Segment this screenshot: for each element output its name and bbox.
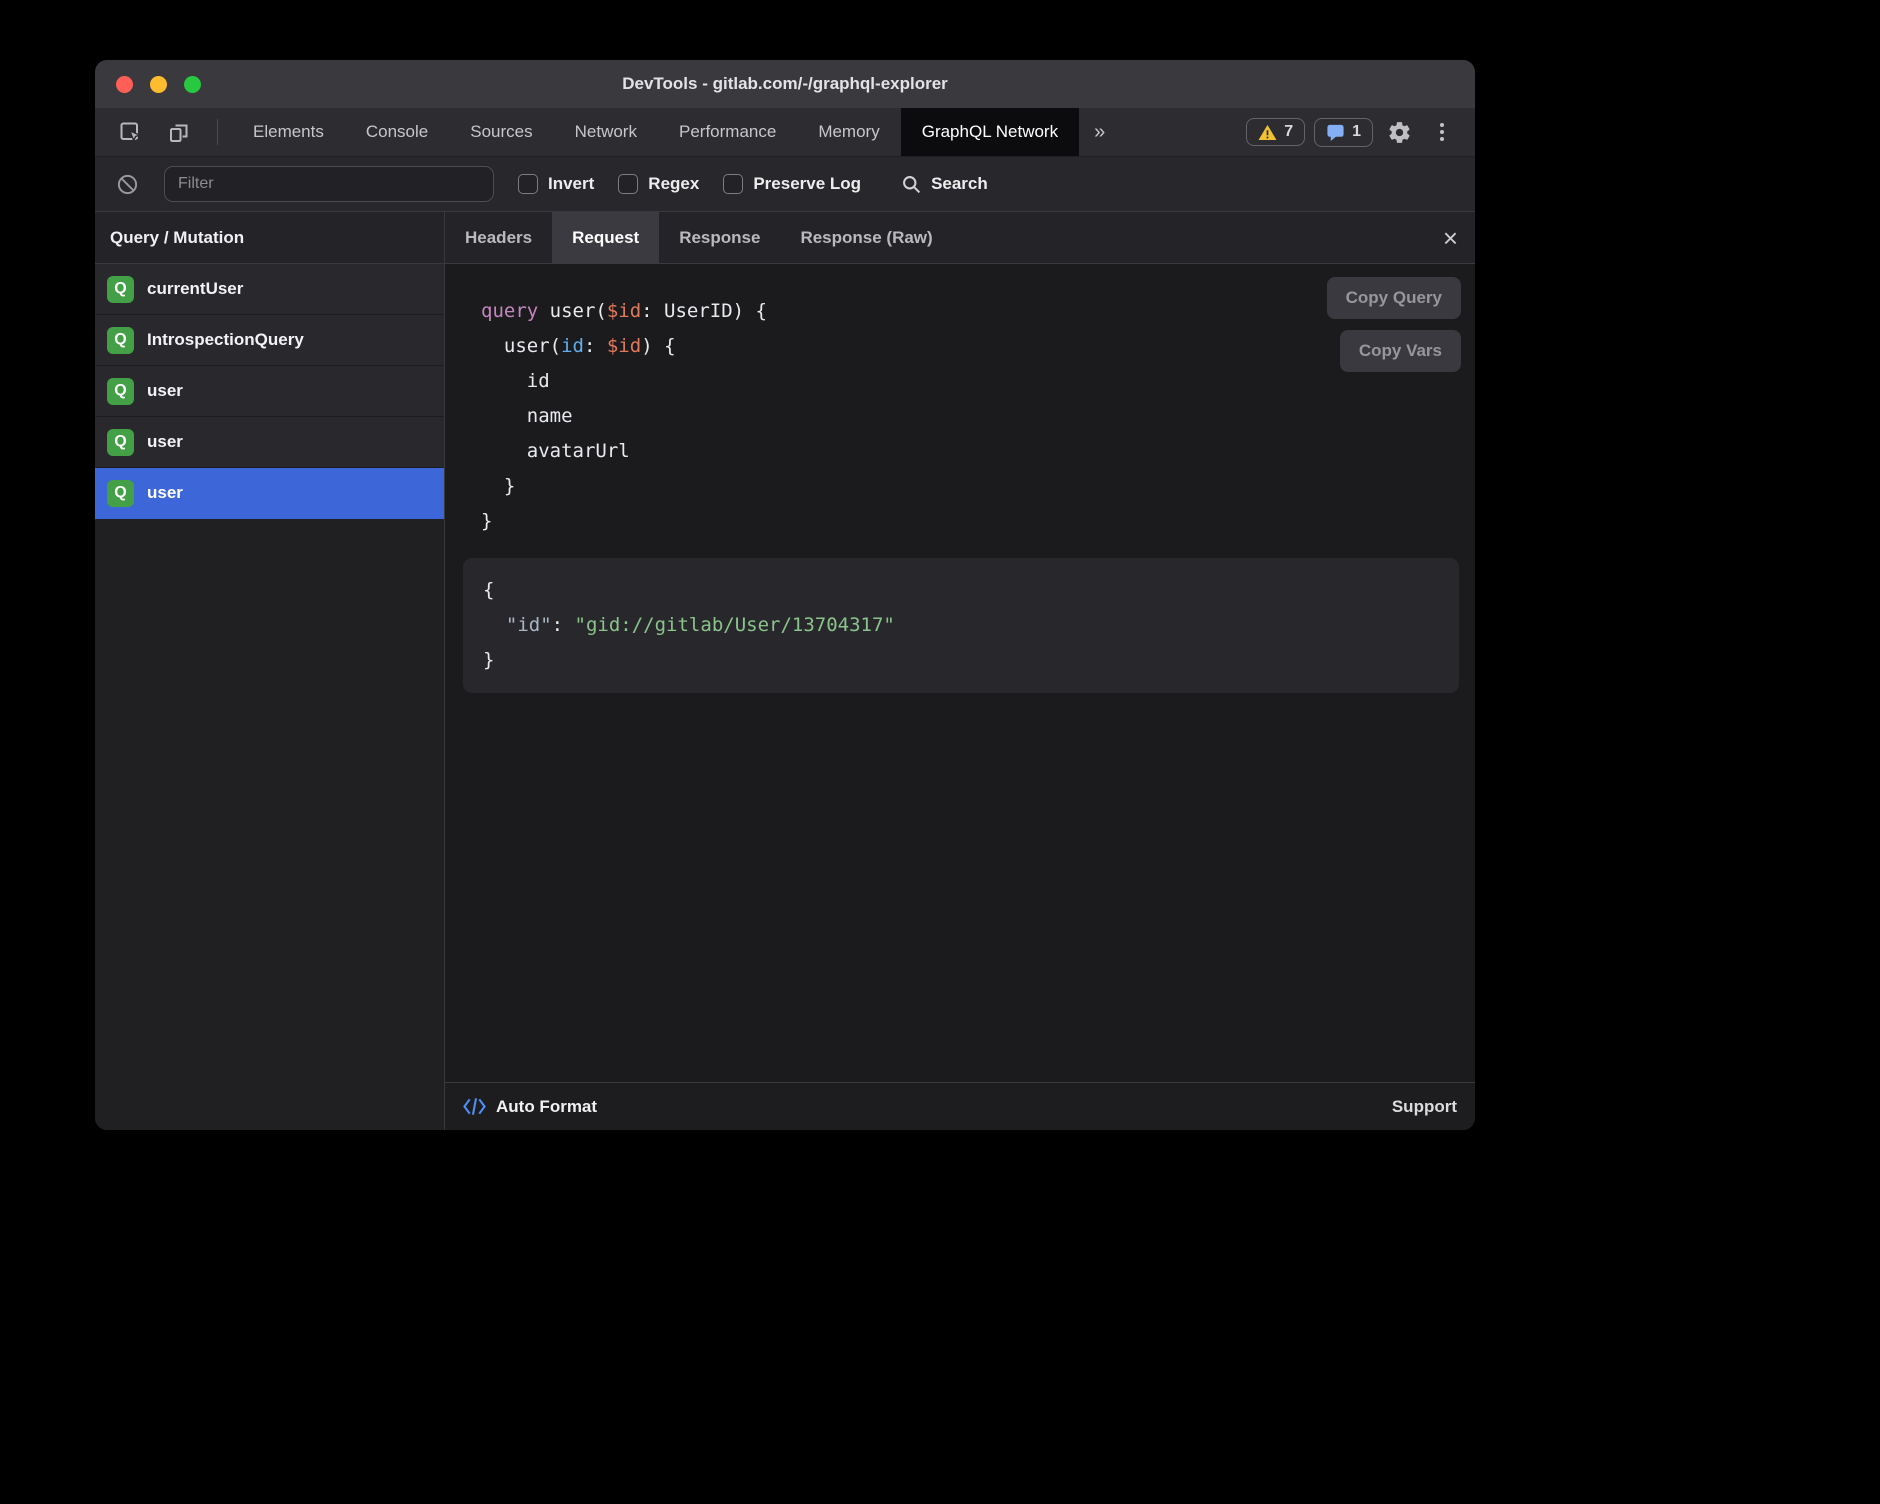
regex-checkbox[interactable]: Regex bbox=[618, 174, 699, 194]
tabbar-right-controls: 7 1 bbox=[1246, 108, 1475, 156]
query-row-label: user bbox=[147, 381, 183, 401]
support-link[interactable]: Support bbox=[1392, 1097, 1457, 1117]
query-row-label: user bbox=[147, 432, 183, 452]
query-row-label: user bbox=[147, 483, 183, 503]
close-panel-button[interactable]: × bbox=[1426, 225, 1475, 251]
tab-request[interactable]: Request bbox=[552, 212, 659, 263]
kebab-menu-icon bbox=[1440, 123, 1444, 141]
query-type-badge: Q bbox=[107, 378, 134, 405]
search-label: Search bbox=[931, 174, 988, 194]
tab-elements[interactable]: Elements bbox=[232, 108, 345, 156]
inspect-cursor-icon bbox=[118, 120, 142, 144]
preserve-log-checkbox-label: Preserve Log bbox=[753, 174, 861, 194]
device-toolbar-button[interactable] bbox=[162, 115, 196, 149]
filter-input[interactable] bbox=[164, 166, 494, 202]
toolbar-icons bbox=[95, 108, 232, 156]
query-type-badge: Q bbox=[107, 276, 134, 303]
zoom-window-button[interactable] bbox=[184, 76, 201, 93]
query-type-badge: Q bbox=[107, 429, 134, 456]
query-type-badge: Q bbox=[107, 480, 134, 507]
settings-button[interactable] bbox=[1382, 115, 1416, 149]
query-row-label: IntrospectionQuery bbox=[147, 330, 304, 350]
devtools-tabbar: Elements Console Sources Network Perform… bbox=[95, 108, 1475, 156]
inspect-element-button[interactable] bbox=[113, 115, 147, 149]
window-title: DevTools - gitlab.com/-/graphql-explorer bbox=[95, 74, 1475, 94]
auto-format-button[interactable]: Auto Format bbox=[463, 1097, 597, 1117]
titlebar: DevTools - gitlab.com/-/graphql-explorer bbox=[95, 60, 1475, 108]
query-row-label: currentUser bbox=[147, 279, 243, 299]
query-row-user-3-selected[interactable]: Q user bbox=[95, 468, 444, 519]
regex-checkbox-label: Regex bbox=[648, 174, 699, 194]
detail-tabbar: Headers Request Response Response (Raw) … bbox=[445, 212, 1475, 264]
search-button[interactable]: Search bbox=[901, 174, 988, 195]
request-query-code: query user($id: UserID) { user(id: $id) … bbox=[481, 294, 1459, 539]
invert-checkbox[interactable]: Invert bbox=[518, 174, 594, 194]
preserve-log-checkbox-input[interactable] bbox=[723, 174, 743, 194]
request-variables-code: { "id": "gid://gitlab/User/13704317"} bbox=[483, 573, 1439, 678]
warnings-count: 7 bbox=[1284, 123, 1293, 141]
device-toolbar-icon bbox=[167, 120, 191, 144]
copy-query-button[interactable]: Copy Query bbox=[1327, 277, 1461, 319]
minimize-window-button[interactable] bbox=[150, 76, 167, 93]
warnings-badge[interactable]: 7 bbox=[1246, 118, 1305, 146]
tab-graphql-network[interactable]: GraphQL Network bbox=[901, 108, 1079, 156]
close-window-button[interactable] bbox=[116, 76, 133, 93]
devtools-window: DevTools - gitlab.com/-/graphql-explorer… bbox=[95, 60, 1475, 1130]
clear-button[interactable] bbox=[114, 167, 140, 201]
more-tabs-button[interactable]: » bbox=[1079, 108, 1120, 156]
sidebar-header: Query / Mutation bbox=[95, 212, 444, 264]
toolbar-divider bbox=[217, 119, 218, 145]
request-variables-box: { "id": "gid://gitlab/User/13704317"} bbox=[463, 558, 1459, 693]
regex-checkbox-input[interactable] bbox=[618, 174, 638, 194]
query-row-user-2[interactable]: Q user bbox=[95, 417, 444, 468]
traffic-lights bbox=[116, 60, 201, 108]
query-row-user-1[interactable]: Q user bbox=[95, 366, 444, 417]
block-icon bbox=[116, 173, 139, 196]
warning-triangle-icon bbox=[1258, 124, 1277, 141]
tab-sources[interactable]: Sources bbox=[449, 108, 553, 156]
invert-checkbox-input[interactable] bbox=[518, 174, 538, 194]
detail-footer: Auto Format Support bbox=[445, 1082, 1475, 1130]
chat-bubble-icon bbox=[1326, 123, 1345, 142]
search-icon bbox=[901, 174, 922, 195]
gear-icon bbox=[1387, 120, 1412, 145]
query-sidebar: Query / Mutation Q currentUser Q Introsp… bbox=[95, 212, 445, 1130]
copy-buttons: Copy Query Copy Vars bbox=[1327, 277, 1461, 372]
tab-headers[interactable]: Headers bbox=[445, 212, 552, 263]
tab-console[interactable]: Console bbox=[345, 108, 449, 156]
issues-count: 1 bbox=[1352, 123, 1361, 141]
query-row-current-user[interactable]: Q currentUser bbox=[95, 264, 444, 315]
detail-panel: Headers Request Response Response (Raw) … bbox=[445, 212, 1475, 1130]
auto-format-label: Auto Format bbox=[496, 1097, 597, 1117]
preserve-log-checkbox[interactable]: Preserve Log bbox=[723, 174, 861, 194]
query-row-introspection-query[interactable]: Q IntrospectionQuery bbox=[95, 315, 444, 366]
tab-memory[interactable]: Memory bbox=[797, 108, 900, 156]
code-icon bbox=[463, 1097, 486, 1116]
tab-network[interactable]: Network bbox=[554, 108, 658, 156]
request-detail-body: query user($id: UserID) { user(id: $id) … bbox=[445, 264, 1475, 1082]
copy-vars-button[interactable]: Copy Vars bbox=[1340, 330, 1461, 372]
tab-response[interactable]: Response bbox=[659, 212, 780, 263]
invert-checkbox-label: Invert bbox=[548, 174, 594, 194]
tab-performance[interactable]: Performance bbox=[658, 108, 797, 156]
more-options-button[interactable] bbox=[1425, 115, 1459, 149]
content-area: Query / Mutation Q currentUser Q Introsp… bbox=[95, 212, 1475, 1130]
issues-badge[interactable]: 1 bbox=[1314, 118, 1373, 147]
filter-bar: Invert Regex Preserve Log Search bbox=[95, 156, 1475, 212]
query-type-badge: Q bbox=[107, 327, 134, 354]
tab-response-raw[interactable]: Response (Raw) bbox=[780, 212, 952, 263]
